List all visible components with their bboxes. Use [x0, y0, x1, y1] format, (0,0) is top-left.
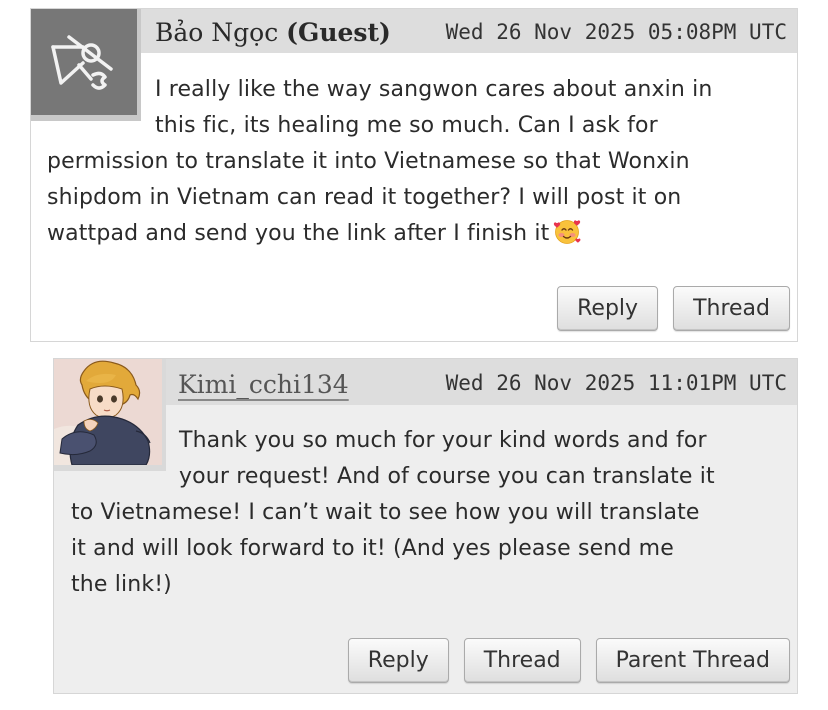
comment-body: Thank you so much for your kind words an…: [71, 423, 715, 603]
comment-actions: Reply Thread Parent Thread: [347, 638, 790, 683]
comment-actions: Reply Thread: [557, 286, 790, 331]
comment-body: I really like the way sangwon cares abou…: [47, 72, 712, 252]
author-name: Bảo Ngọc: [155, 18, 279, 47]
comment-datetime: Wed 26 Nov 2025 05:08PM UTC: [445, 20, 787, 44]
comment-body-line: to Vietnamese! I can’t wait to see how y…: [71, 500, 700, 525]
author-name-link[interactable]: Kimi_cchi134: [178, 365, 349, 405]
comment-body-line: I really like the way sangwon cares abou…: [155, 77, 713, 102]
smiling-face-with-hearts-icon: [554, 220, 581, 244]
comment-guest: Bảo Ngọc (Guest) Wed 26 Nov 2025 05:08PM…: [30, 8, 798, 342]
reply-button[interactable]: Reply: [347, 638, 449, 683]
comment-body-line: the link!): [71, 572, 172, 597]
comment-body-line-last: wattpad and send you the link after I fi…: [47, 216, 712, 252]
reply-button[interactable]: Reply: [557, 286, 659, 331]
comment-reply: Kimi_cchi134 Wed 26 Nov 2025 11:01PM UTC…: [53, 358, 798, 694]
comment-body-line: your request! And of course you can tran…: [179, 464, 715, 489]
comment-body-line-text: wattpad and send you the link after I fi…: [47, 221, 550, 246]
parent-thread-button[interactable]: Parent Thread: [595, 638, 790, 683]
comment-body-line: this fic, its healing me so much. Can I …: [155, 113, 658, 138]
comment-body-line: shipdom in Vietnam can read it together?…: [47, 185, 682, 210]
comment-body-line: Thank you so much for your kind words an…: [179, 428, 707, 453]
thread-button[interactable]: Thread: [673, 286, 790, 331]
comment-body-line: it and will look forward to it! (And yes…: [71, 536, 674, 561]
comment-byline: Bảo Ngọc (Guest): [155, 13, 391, 53]
comment-body-line: permission to translate it into Vietname…: [47, 149, 690, 174]
thread-button[interactable]: Thread: [463, 638, 581, 683]
guest-tag: (Guest): [286, 18, 391, 47]
comment-datetime: Wed 26 Nov 2025 11:01PM UTC: [445, 371, 787, 395]
